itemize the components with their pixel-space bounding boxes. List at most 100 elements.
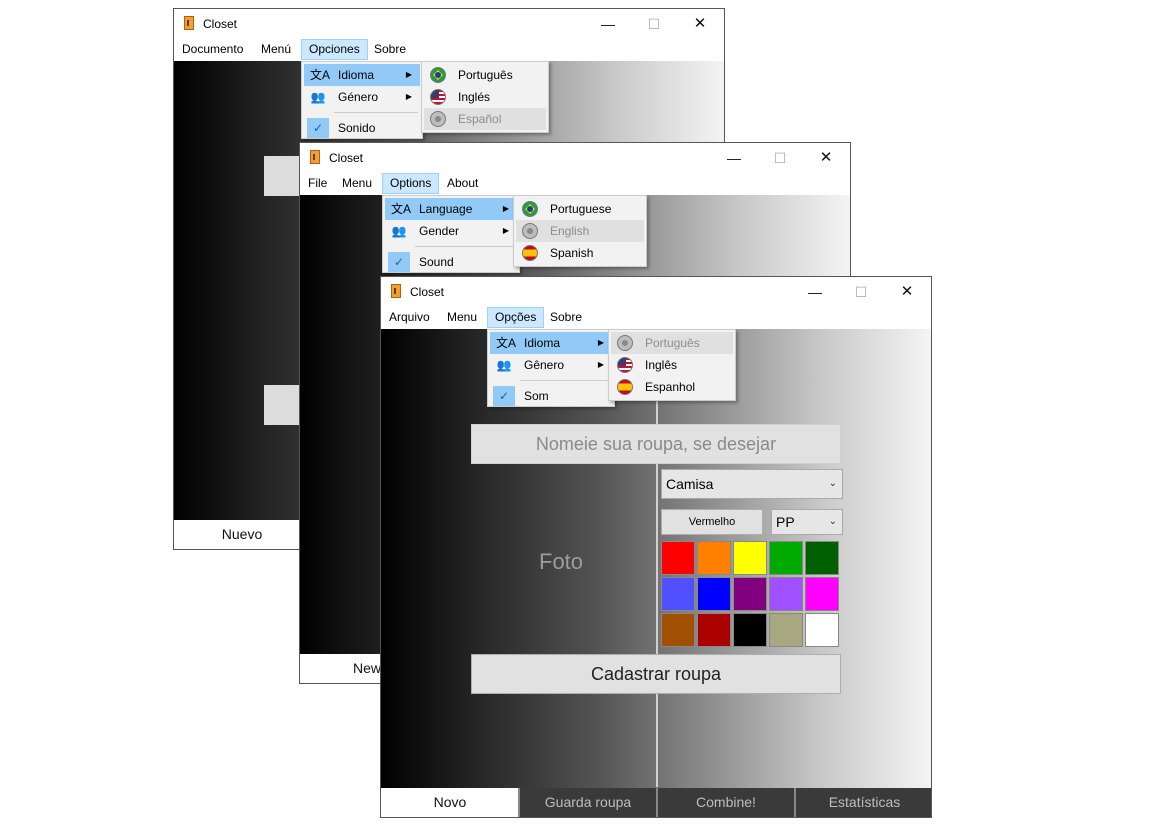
tab-new[interactable]: Novo	[381, 788, 519, 817]
gender-icon: 👥	[496, 358, 512, 372]
color-swatch[interactable]	[805, 613, 839, 647]
menu-menu[interactable]: Menú	[254, 40, 298, 59]
minimize-button[interactable]: —	[793, 279, 837, 305]
brazil-flag-icon	[430, 67, 446, 83]
maximize-button[interactable]: ☐	[839, 279, 883, 305]
chevron-right-icon: ▶	[597, 360, 604, 369]
size-select[interactable]: PP ⌄	[771, 509, 843, 535]
chevron-right-icon: ▶	[502, 204, 509, 213]
title-bar[interactable]: Closet — ☐ ✕	[174, 9, 724, 39]
menu-item-gender[interactable]: 👥 Gênero ▶	[490, 354, 612, 376]
bottom-tabs: Novo Guarda roupa Combine! Estatísticas	[381, 788, 931, 817]
chevron-down-icon: ⌄	[828, 478, 837, 489]
color-swatch[interactable]	[805, 577, 839, 611]
menu-item-sound[interactable]: ✓ Som	[490, 385, 612, 407]
tab-combine[interactable]: Combine!	[656, 788, 794, 817]
spain-flag-icon	[522, 245, 538, 261]
menu-about[interactable]: Sobre	[367, 40, 413, 59]
chevron-right-icon: ▶	[405, 70, 412, 79]
minimize-button[interactable]: —	[586, 11, 630, 37]
close-button[interactable]: ✕	[885, 279, 929, 305]
color-swatch[interactable]	[697, 541, 731, 575]
closet-app-icon	[184, 16, 194, 30]
color-swatch[interactable]	[661, 613, 695, 647]
menu-options[interactable]: Opções	[487, 307, 545, 328]
menu-item-gender[interactable]: 👥 Género ▶	[304, 86, 420, 108]
chevron-right-icon: ▶	[502, 226, 509, 235]
color-palette	[661, 541, 843, 649]
color-swatch[interactable]	[697, 577, 731, 611]
menu-file[interactable]: File	[301, 174, 334, 193]
menu-item-language[interactable]: 文A Language ▶	[385, 198, 517, 220]
closet-app-icon	[310, 150, 320, 164]
usa-flag-icon	[617, 357, 633, 373]
menu-about[interactable]: About	[440, 174, 485, 193]
close-button[interactable]: ✕	[804, 145, 848, 171]
menu-separator	[334, 112, 418, 113]
tab-new[interactable]: Nuevo	[174, 520, 310, 549]
color-swatch[interactable]	[661, 577, 695, 611]
menu-separator	[520, 380, 610, 381]
register-clothing-button[interactable]: Cadastrar roupa	[471, 654, 841, 694]
language-spanish: Español	[424, 108, 546, 130]
spain-flag-icon	[430, 111, 446, 127]
photo-placeholder[interactable]: Foto	[539, 549, 583, 575]
color-swatch[interactable]	[769, 541, 803, 575]
chevron-right-icon: ▶	[405, 92, 412, 101]
clothing-type-select[interactable]: Camisa ⌄	[661, 469, 843, 499]
close-button[interactable]: ✕	[678, 11, 722, 37]
color-name-button[interactable]: Vermelho	[661, 509, 763, 535]
color-swatch[interactable]	[733, 577, 767, 611]
menu-item-sound[interactable]: ✓ Sonido	[304, 117, 420, 139]
color-swatch[interactable]	[769, 613, 803, 647]
translate-icon: 文A	[310, 68, 331, 82]
language-spanish[interactable]: Spanish	[516, 242, 644, 264]
usa-flag-icon	[430, 89, 446, 105]
color-swatch[interactable]	[805, 541, 839, 575]
menu-item-language[interactable]: 文A Idioma ▶	[490, 332, 612, 354]
menu-file[interactable]: Documento	[175, 40, 250, 59]
checkmark-icon: ✓	[493, 386, 515, 406]
maximize-button[interactable]: ☐	[632, 11, 676, 37]
color-swatch[interactable]	[769, 577, 803, 611]
gender-icon: 👥	[391, 224, 407, 238]
options-menu: 文A Idioma ▶ 👥 Gênero ▶ ✓ Som	[487, 329, 615, 407]
gender-icon: 👥	[310, 90, 326, 104]
language-english[interactable]: Inglés	[424, 86, 546, 108]
menu-item-sound[interactable]: ✓ Sound	[385, 251, 517, 273]
language-submenu: Portuguese English Spanish	[513, 195, 647, 267]
window-portuguese: Closet — ☐ ✕ Arquivo Menu Opções Sobre N…	[380, 276, 932, 818]
menu-options[interactable]: Options	[382, 173, 440, 194]
menu-bar: Documento Menú Opciones Sobre	[174, 39, 724, 61]
language-portuguese[interactable]: Português	[424, 64, 546, 86]
menu-about[interactable]: Sobre	[543, 308, 589, 327]
color-swatch[interactable]	[733, 613, 767, 647]
language-spanish[interactable]: Espanhol	[611, 376, 733, 398]
menu-menu[interactable]: Menu	[335, 174, 379, 193]
language-english[interactable]: Inglês	[611, 354, 733, 376]
closet-app-icon	[391, 284, 401, 298]
maximize-button[interactable]: ☐	[758, 145, 802, 171]
title-bar[interactable]: Closet — ☐ ✕	[381, 277, 931, 307]
clothing-name-input[interactable]: Nomeie sua roupa, se desejar	[471, 424, 841, 464]
minimize-button[interactable]: —	[712, 145, 756, 171]
menu-options[interactable]: Opciones	[301, 39, 368, 60]
submit-button-partial[interactable]	[264, 385, 300, 425]
name-field-partial[interactable]	[264, 156, 300, 196]
color-swatch[interactable]	[661, 541, 695, 575]
menu-file[interactable]: Arquivo	[382, 308, 437, 327]
menu-item-language[interactable]: 文A Idioma ▶	[304, 64, 420, 86]
menu-separator	[415, 246, 515, 247]
tab-statistics[interactable]: Estatísticas	[794, 788, 931, 817]
tab-wardrobe[interactable]: Guarda roupa	[518, 788, 656, 817]
language-portuguese[interactable]: Portuguese	[516, 198, 644, 220]
color-swatch[interactable]	[733, 541, 767, 575]
language-submenu: Português Inglês Espanhol	[608, 329, 736, 401]
color-swatch[interactable]	[697, 613, 731, 647]
chevron-down-icon: ⌄	[828, 516, 837, 527]
main-panel: Nomeie sua roupa, se desejar Foto Camisa…	[381, 329, 931, 817]
title-bar[interactable]: Closet — ☐ ✕	[300, 143, 850, 173]
menu-item-gender[interactable]: 👥 Gender ▶	[385, 220, 517, 242]
options-menu: 文A Idioma ▶ 👥 Género ▶ ✓ Sonido	[301, 61, 423, 139]
menu-menu[interactable]: Menu	[440, 308, 484, 327]
